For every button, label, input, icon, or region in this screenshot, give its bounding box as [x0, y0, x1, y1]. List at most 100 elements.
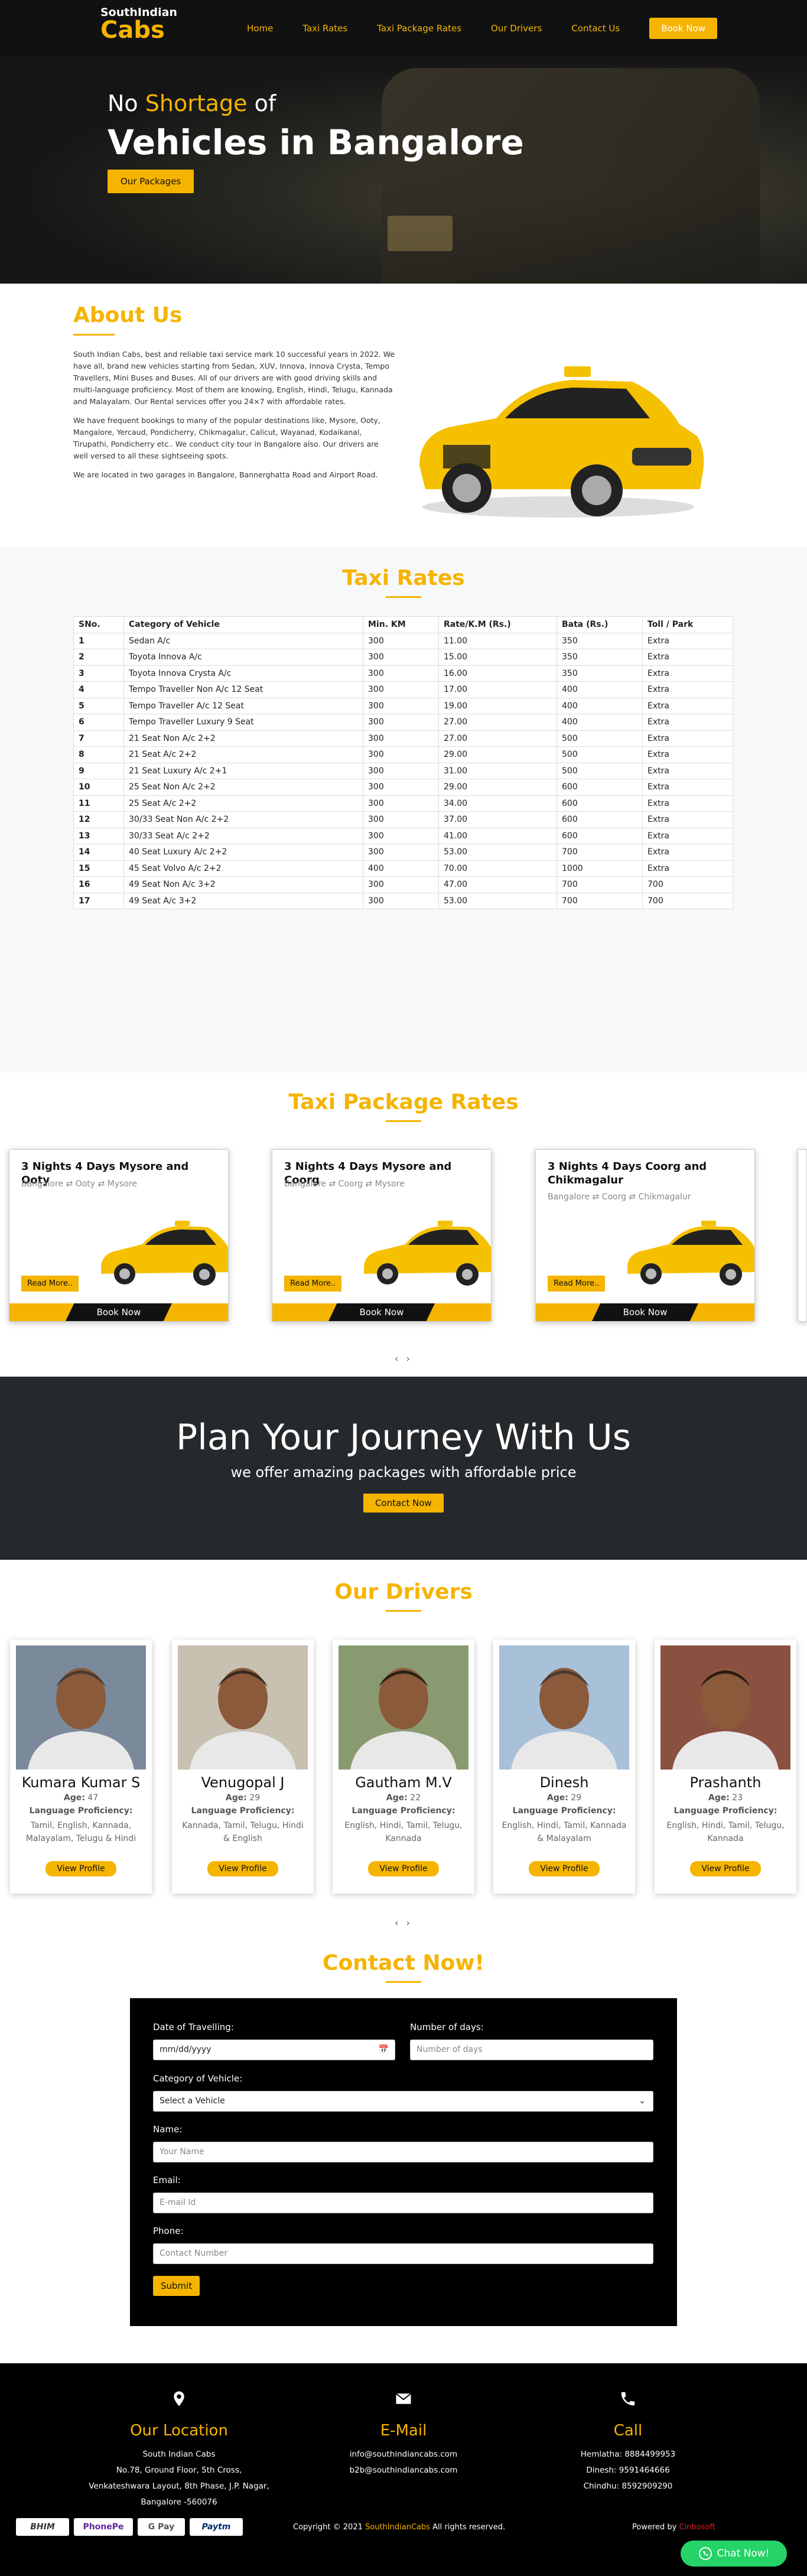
- contact-now-button[interactable]: Contact Now: [363, 1494, 444, 1513]
- package-card-peek[interactable]: [798, 1149, 807, 1322]
- table-row: 5 Tempo Traveller A/c 12 Seat 300 19.00 400 E…: [73, 697, 733, 714]
- table-cell: 400: [557, 697, 643, 714]
- driver-languages: Tamil, English, Kannada, Malayalam, Telu…: [25, 1821, 136, 1844]
- driver-card: Dinesh Age: 29 Language Proficiency: Englis…: [493, 1640, 635, 1894]
- email-link[interactable]: info@southindiancabs.com: [285, 2447, 522, 2463]
- col-toll: Toll / Park: [642, 616, 733, 633]
- view-profile-button[interactable]: View Profile: [529, 1861, 600, 1876]
- table-row: 15 45 Seat Volvo A/c 2+2 400 70.00 1000 Extra: [73, 860, 733, 877]
- nav-package-rates[interactable]: Taxi Package Rates: [377, 23, 461, 34]
- copyright: Copyright © 2021 SouthIndianCabs All rig…: [293, 2523, 506, 2532]
- table-cell: 31.00: [438, 762, 557, 779]
- main-menu: Home Taxi Rates Taxi Package Rates Our D…: [247, 18, 747, 39]
- nav-home[interactable]: Home: [247, 23, 273, 34]
- gpay-logo: G Pay: [138, 2518, 185, 2536]
- table-cell: 53.00: [438, 844, 557, 861]
- table-cell: Extra: [642, 714, 733, 731]
- call-line[interactable]: Dinesh: 9591464666: [510, 2463, 746, 2479]
- days-input[interactable]: Number of days: [410, 2040, 653, 2060]
- date-input[interactable]: mm/dd/yyyy 📅: [153, 2040, 395, 2060]
- table-cell: 14: [73, 844, 124, 861]
- powered-by-link[interactable]: Cinbosoft: [679, 2523, 715, 2532]
- driver-language-label: Language Proficiency:: [512, 1806, 616, 1816]
- driver-name: Kumara Kumar S: [21, 1774, 141, 1791]
- about-text: South Indian Cabs, best and reliable tax…: [73, 349, 395, 488]
- chevron-down-icon: ⌄: [639, 2096, 646, 2106]
- our-packages-button[interactable]: Our Packages: [108, 170, 194, 193]
- location-line: Bangalore -560076: [141, 2497, 217, 2507]
- table-row: 2 Toyota Innova A/c 300 15.00 350 Extra: [73, 649, 733, 666]
- nav-contact-us[interactable]: Contact Us: [571, 23, 620, 34]
- nav-taxi-rates[interactable]: Taxi Rates: [302, 23, 347, 34]
- nav-our-drivers[interactable]: Our Drivers: [491, 23, 542, 34]
- location-line: Venkateshwara Layout, 8th Phase, J.P. Na…: [89, 2481, 269, 2491]
- call-line[interactable]: Hemlatha: 8884499953: [510, 2447, 746, 2463]
- phone-input[interactable]: Contact Number: [153, 2243, 653, 2264]
- location-line: South Indian Cabs: [142, 2450, 216, 2459]
- copyright-brand-link[interactable]: SouthIndianCabs: [365, 2523, 430, 2532]
- table-cell: 1000: [557, 860, 643, 877]
- table-cell: Tempo Traveller Luxury 9 Seat: [123, 714, 363, 731]
- col-sno: SNo.: [73, 616, 124, 633]
- whatsapp-chat-button[interactable]: Chat Now!: [681, 2541, 787, 2567]
- table-cell: 27.00: [438, 730, 557, 747]
- view-profile-button[interactable]: View Profile: [690, 1861, 761, 1876]
- view-profile-button[interactable]: View Profile: [368, 1861, 439, 1876]
- call-line[interactable]: Chindhu: 8592909290: [510, 2479, 746, 2494]
- drivers-title: Our Drivers: [334, 1580, 473, 1604]
- drivers-carousel-arrows[interactable]: ‹ ›: [0, 1917, 807, 1928]
- brand-logo[interactable]: SouthIndian Cabs: [100, 7, 177, 43]
- driver-language-label: Language Proficiency:: [191, 1806, 295, 1816]
- table-cell: 300: [363, 697, 439, 714]
- table-row: 3 Toyota Innova Crysta A/c 300 16.00 350 Extr…: [73, 665, 733, 682]
- submit-button[interactable]: Submit: [153, 2276, 200, 2296]
- plan-journey-banner: Plan Your Journey With Us we offer amazi…: [0, 1377, 807, 1560]
- table-cell: 17: [73, 892, 124, 909]
- days-label: Number of days:: [410, 2022, 484, 2032]
- hero-subtitle: No Shortage of: [108, 90, 276, 116]
- table-cell: 300: [363, 746, 439, 763]
- package-carousel-arrows[interactable]: ‹ ›: [0, 1353, 807, 1364]
- table-cell: 300: [363, 762, 439, 779]
- read-more-button[interactable]: Read More..: [284, 1276, 342, 1292]
- package-taxi-image: [364, 1221, 491, 1286]
- table-cell: 17.00: [438, 681, 557, 698]
- calendar-icon[interactable]: 📅: [379, 2040, 389, 2060]
- name-input[interactable]: Your Name: [153, 2142, 653, 2162]
- table-cell: 5: [73, 697, 124, 714]
- table-cell: Tempo Traveller A/c 12 Seat: [123, 697, 363, 714]
- package-book-now-button[interactable]: Book Now: [592, 1303, 698, 1321]
- package-card[interactable]: 3 Nights 4 Days Mysore and Coorg Bangalo…: [272, 1149, 492, 1322]
- col-category: Category of Vehicle: [123, 616, 363, 633]
- package-card[interactable]: 3 Nights 4 Days Coorg and Chikmagalur Ba…: [535, 1149, 755, 1322]
- table-cell: Extra: [642, 632, 733, 649]
- hero-banner: No Shortage of Vehicles in Bangalore Our…: [0, 56, 807, 284]
- table-cell: Extra: [642, 730, 733, 747]
- email-label: Email:: [153, 2175, 181, 2185]
- email-input[interactable]: E-mail Id: [153, 2193, 653, 2213]
- table-cell: 2: [73, 649, 124, 666]
- table-cell: 41.00: [438, 827, 557, 844]
- taxi-car-image: [419, 366, 704, 518]
- table-cell: 500: [557, 746, 643, 763]
- about-underline: [73, 334, 115, 336]
- view-profile-button[interactable]: View Profile: [207, 1861, 278, 1876]
- driver-card: Kumara Kumar S Age: 47 Language Proficienc…: [10, 1640, 152, 1894]
- read-more-button[interactable]: Read More..: [21, 1276, 79, 1292]
- email-link[interactable]: b2b@southindiancabs.com: [285, 2463, 522, 2479]
- view-profile-button[interactable]: View Profile: [45, 1861, 116, 1876]
- table-cell: 37.00: [438, 811, 557, 828]
- read-more-button[interactable]: Read More..: [548, 1276, 606, 1292]
- package-card[interactable]: 3 Nights 4 Days Mysore and Ooty Bangalor…: [9, 1149, 229, 1322]
- package-book-now-button[interactable]: Book Now: [328, 1303, 435, 1321]
- package-book-now-button[interactable]: Book Now: [66, 1303, 172, 1321]
- date-label: Date of Travelling:: [153, 2022, 234, 2032]
- driver-age: Age: 22: [386, 1793, 421, 1803]
- table-cell: 350: [557, 649, 643, 666]
- package-title: 3 Nights 4 Days Coorg and Chikmagalur: [548, 1160, 707, 1186]
- table-cell: Extra: [642, 827, 733, 844]
- rates-table: SNo. Category of Vehicle Min. KM Rate/K.…: [73, 616, 733, 909]
- category-select[interactable]: Select a Vehicle ⌄: [153, 2091, 653, 2112]
- book-now-button[interactable]: Book Now: [649, 18, 717, 39]
- table-cell: 12: [73, 811, 124, 828]
